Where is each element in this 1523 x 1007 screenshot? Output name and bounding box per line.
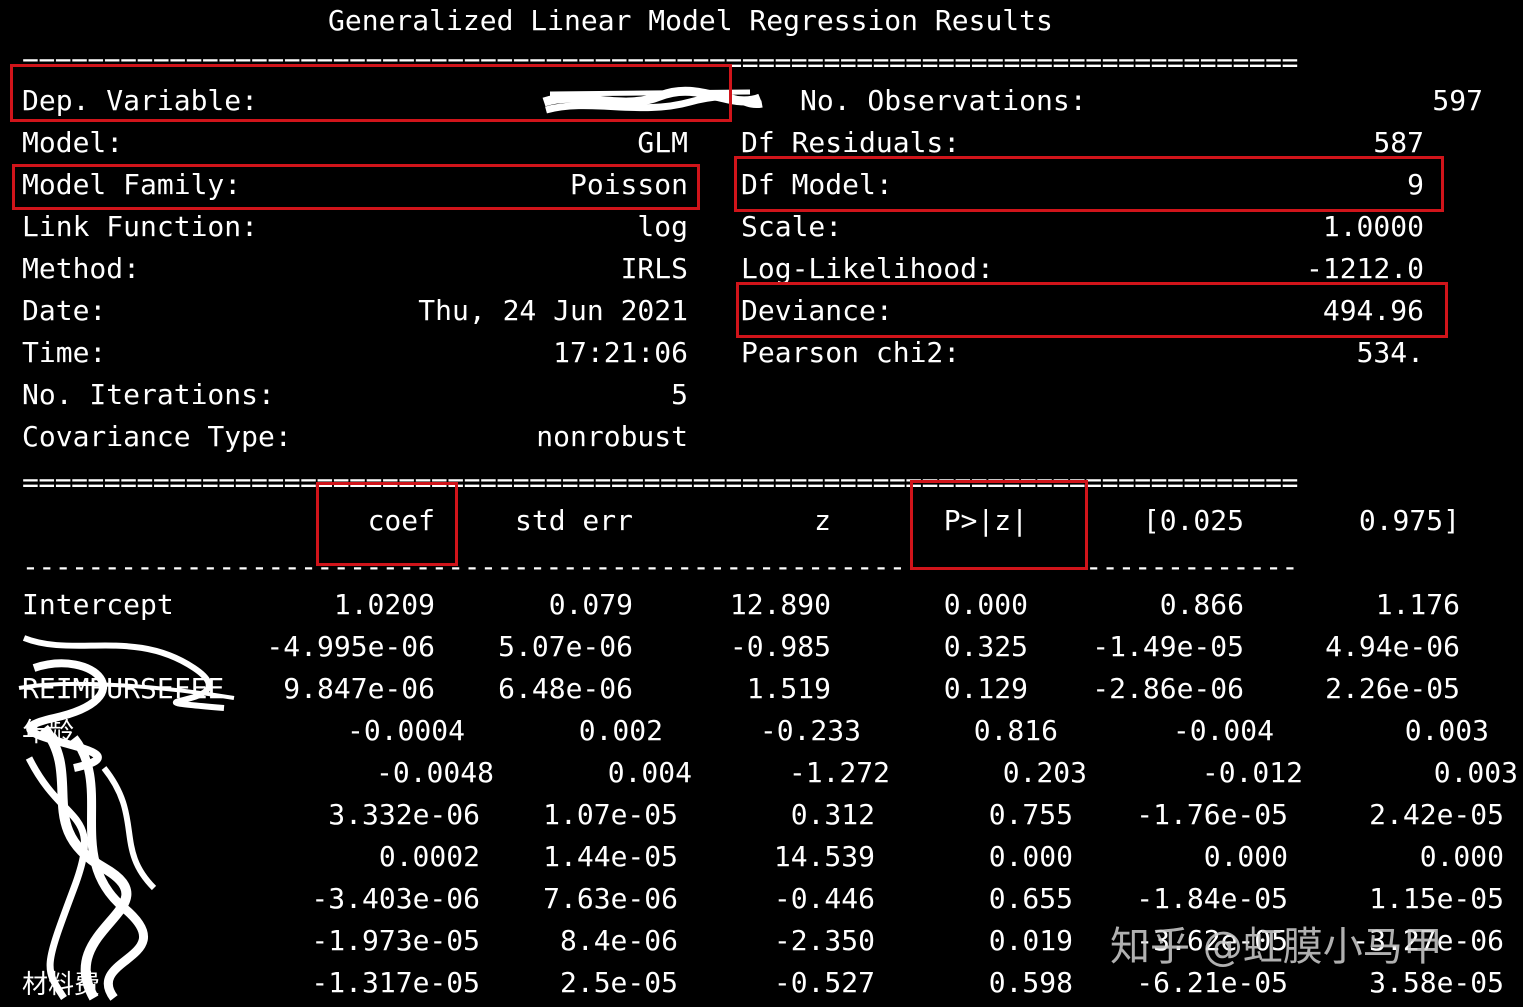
time-value: 17:21:06	[553, 336, 688, 369]
cell-z: 12.890	[729, 588, 831, 621]
cell-p: 0.816	[973, 714, 1058, 747]
scale-value: 1.0000	[1322, 210, 1424, 243]
header-ci-high: 0.975]	[1358, 504, 1460, 537]
separator-dashed: ----------------------------------------…	[22, 550, 1298, 583]
cell-ci-high: 1.176	[1375, 588, 1460, 621]
cell-ci-low: -1.76e-05	[1136, 798, 1288, 831]
iterations-label: No. Iterations:	[22, 378, 275, 411]
cell-coef: -0.0004	[346, 714, 465, 747]
cell-ci-high: 4.94e-06	[1325, 630, 1460, 663]
cell-p: 0.655	[988, 882, 1073, 915]
highlight-coef-header	[316, 482, 458, 566]
highlight-model-family	[12, 164, 700, 210]
cell-z: -0.233	[759, 714, 861, 747]
results-title: Generalized Linear Model Regression Resu…	[328, 4, 1053, 37]
model-value: GLM	[637, 126, 688, 159]
cell-std-err: 1.07e-05	[543, 798, 678, 831]
row-name: Intercept	[22, 588, 174, 621]
cell-z: -2.350	[773, 924, 875, 957]
method-value: IRLS	[620, 252, 688, 285]
covariance-type-label: Covariance Type:	[22, 420, 292, 453]
cell-coef: 1.0209	[333, 588, 435, 621]
cell-coef: -1.973e-05	[311, 924, 480, 957]
cell-p: 0.129	[943, 672, 1028, 705]
cell-z: -0.527	[773, 966, 875, 999]
cell-std-err: 0.079	[548, 588, 633, 621]
cell-ci-high: 0.000	[1419, 840, 1504, 873]
highlight-pvalue-header	[910, 480, 1088, 570]
cell-ci-low: 0.866	[1159, 588, 1244, 621]
header-ci-low: [0.025	[1142, 504, 1244, 537]
cell-coef: 3.332e-06	[328, 798, 480, 831]
observations-value: 597	[1432, 84, 1483, 117]
separator-double-middle: ========================================…	[22, 466, 1298, 499]
cell-ci-high: 0.003	[1404, 714, 1489, 747]
pearson-chi2-value: 534.	[1356, 336, 1424, 369]
date-value: Thu, 24 Jun 2021	[418, 294, 688, 327]
iterations-value: 5	[671, 378, 688, 411]
cell-std-err: 1.44e-05	[543, 840, 678, 873]
cell-std-err: 8.4e-06	[559, 924, 678, 957]
cell-p: 0.000	[988, 840, 1073, 873]
cell-std-err: 0.002	[578, 714, 663, 747]
covariance-type-value: nonrobust	[536, 420, 688, 453]
cell-z: 14.539	[773, 840, 875, 873]
link-function-label: Link Function:	[22, 210, 259, 243]
cell-ci-low: -0.004	[1172, 714, 1274, 747]
model-label: Model:	[22, 126, 124, 159]
cell-p: 0.019	[988, 924, 1073, 957]
cell-coef: -3.403e-06	[311, 882, 480, 915]
watermark: 知乎 @虹膜小马甲	[1110, 924, 1443, 970]
cell-coef: -1.317e-05	[311, 966, 480, 999]
cell-std-err: 7.63e-06	[543, 882, 678, 915]
highlight-df-model	[734, 156, 1444, 212]
cell-ci-low: -1.49e-05	[1092, 630, 1244, 663]
cell-ci-high: 2.26e-05	[1325, 672, 1460, 705]
observations-label: No. Observations:	[800, 84, 1087, 117]
cell-z: 1.519	[746, 672, 831, 705]
cell-std-err: 0.004	[607, 756, 692, 789]
method-label: Method:	[22, 252, 141, 285]
link-function-value: log	[637, 210, 688, 243]
cell-std-err: 6.48e-06	[498, 672, 633, 705]
date-label: Date:	[22, 294, 107, 327]
cell-z: 0.312	[790, 798, 875, 831]
cell-coef: 9.847e-06	[283, 672, 435, 705]
cell-p: 0.598	[988, 966, 1073, 999]
cell-coef: -4.995e-06	[266, 630, 435, 663]
cell-std-err: 2.5e-05	[559, 966, 678, 999]
cell-z: -1.272	[788, 756, 890, 789]
cell-ci-low: -2.86e-06	[1092, 672, 1244, 705]
cell-coef: 0.0002	[378, 840, 480, 873]
cell-p: 0.755	[988, 798, 1073, 831]
cell-std-err: 5.07e-06	[498, 630, 633, 663]
cell-ci-low: -0.012	[1201, 756, 1303, 789]
cell-p: 0.000	[943, 588, 1028, 621]
pearson-chi2-label: Pearson chi2:	[741, 336, 961, 369]
header-std-err: std err	[514, 504, 633, 537]
highlight-deviance	[736, 282, 1448, 338]
header-z: z	[814, 504, 831, 537]
time-label: Time:	[22, 336, 107, 369]
cell-p: 0.203	[1002, 756, 1087, 789]
cell-z: -0.985	[729, 630, 831, 663]
cell-z: -0.446	[773, 882, 875, 915]
redaction-scribble	[18, 635, 235, 1001]
cell-ci-high: 2.42e-05	[1369, 798, 1504, 831]
cell-coef: -0.0048	[375, 756, 494, 789]
cell-p: 0.325	[943, 630, 1028, 663]
cell-ci-low: 0.000	[1203, 840, 1288, 873]
scale-label: Scale:	[741, 210, 843, 243]
highlight-dep-variable	[10, 64, 732, 122]
cell-ci-high: 0.003	[1433, 756, 1518, 789]
